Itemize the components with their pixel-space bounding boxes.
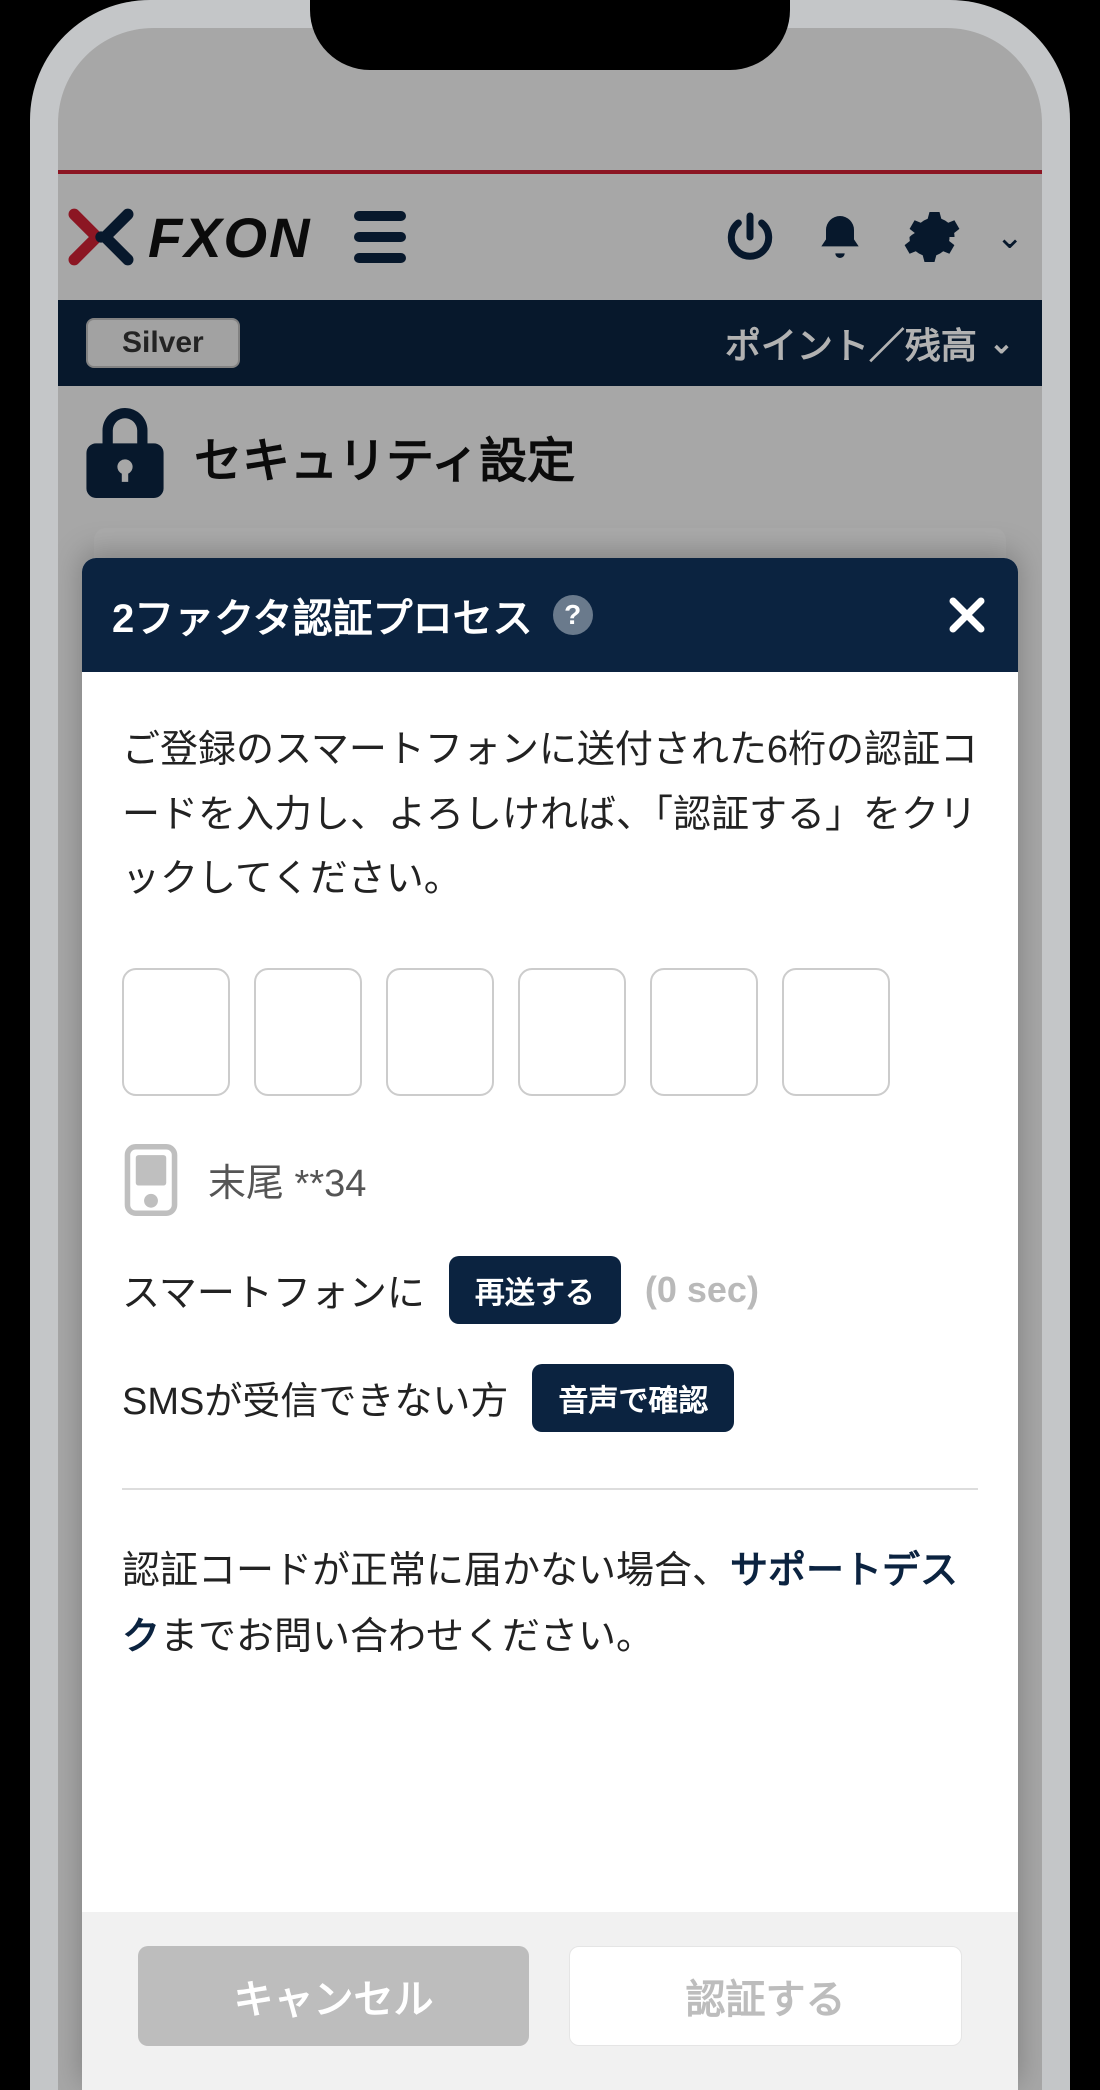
page-title-row: セキュリティ設定: [58, 408, 1042, 503]
app-header: FXON: [58, 170, 1042, 300]
points-balance-toggle[interactable]: ポイント／残高 ⌄: [725, 317, 1014, 369]
brand-mark-icon: [68, 204, 134, 270]
code-input-row: [122, 968, 978, 1096]
brand-name: FXON: [148, 205, 312, 270]
lock-icon: [86, 408, 164, 503]
tier-badge: Silver: [86, 318, 240, 368]
chevron-down-icon: ⌄: [989, 326, 1014, 361]
phone-notch: [310, 0, 790, 70]
confirm-button[interactable]: 認証する: [569, 1946, 962, 2046]
device-icon: [122, 1144, 180, 1216]
page-title: セキュリティ設定: [194, 421, 575, 491]
menu-icon[interactable]: [354, 211, 406, 263]
power-icon[interactable]: [722, 209, 778, 265]
help-icon[interactable]: ?: [553, 595, 593, 635]
two-factor-modal: 2ファクタ認証プロセス ? ご登録のスマートフォンに送付された6桁の認証コードを…: [82, 558, 1018, 2090]
phone-last-digits: 末尾 **34: [122, 1144, 978, 1216]
resend-countdown: (0 sec): [645, 1269, 759, 1311]
brand-logo[interactable]: FXON: [68, 204, 312, 270]
modal-body: ご登録のスマートフォンに送付された6桁の認証コードを入力し、よろしければ、「認証…: [82, 672, 1018, 1701]
support-prefix: 認証コードが正常に届かない場合、: [122, 1550, 730, 1592]
code-digit-3[interactable]: [386, 968, 494, 1096]
code-digit-5[interactable]: [650, 968, 758, 1096]
cancel-button[interactable]: キャンセル: [138, 1946, 529, 2046]
gear-icon[interactable]: [902, 207, 962, 267]
code-digit-1[interactable]: [122, 968, 230, 1096]
voice-row: SMSが受信できない方 音声で確認: [122, 1364, 978, 1432]
resend-prefix: スマートフォンに: [122, 1262, 425, 1317]
tier-bar: Silver ポイント／残高 ⌄: [58, 300, 1042, 386]
code-digit-4[interactable]: [518, 968, 626, 1096]
close-icon[interactable]: [946, 594, 988, 636]
code-digit-6[interactable]: [782, 968, 890, 1096]
modal-header: 2ファクタ認証プロセス ?: [82, 558, 1018, 672]
support-text: 認証コードが正常に届かない場合、サポートデスクまでお問い合わせください。: [122, 1538, 978, 1671]
chevron-down-icon[interactable]: ⌄: [996, 217, 1025, 257]
phone-frame: FXON: [30, 0, 1070, 2090]
modal-footer: キャンセル 認証する: [82, 1912, 1018, 2090]
code-digit-2[interactable]: [254, 968, 362, 1096]
points-label: ポイント／残高: [725, 317, 977, 369]
bell-icon[interactable]: [812, 209, 868, 265]
voice-prefix: SMSが受信できない方: [122, 1370, 508, 1425]
phone-last-label: 末尾 **34: [208, 1152, 366, 1207]
support-suffix: までお問い合わせください。: [160, 1616, 654, 1658]
modal-description: ご登録のスマートフォンに送付された6桁の認証コードを入力し、よろしければ、「認証…: [122, 718, 978, 912]
separator: [122, 1488, 978, 1490]
voice-confirm-button[interactable]: 音声で確認: [532, 1364, 734, 1432]
resend-row: スマートフォンに 再送する (0 sec): [122, 1256, 978, 1324]
modal-title: 2ファクタ認証プロセス: [112, 586, 533, 644]
resend-button[interactable]: 再送する: [449, 1256, 621, 1324]
phone-screen: FXON: [58, 28, 1042, 2090]
